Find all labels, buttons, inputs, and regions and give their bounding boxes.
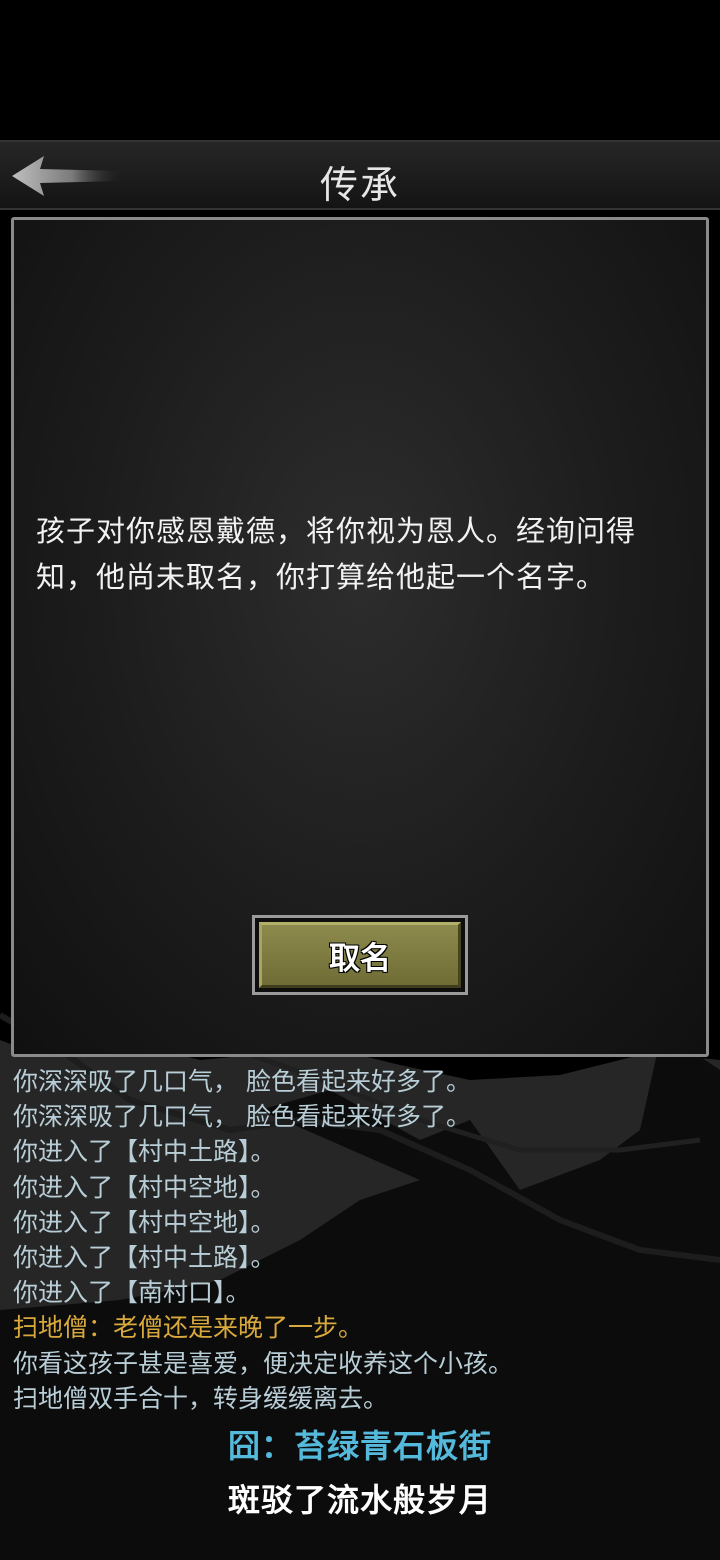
title-bar: 传承	[0, 140, 720, 210]
location-name: 囧：苔绿青石板街	[227, 1427, 492, 1465]
log-line: 你进入了【村中空地】。	[13, 1207, 276, 1237]
story-message: 孩子对你感恩戴德，将你视为恩人。经询问得知，他尚未取名，你打算给他起一个名字。	[36, 514, 637, 594]
log-line: 你进入了【村中空地】。	[13, 1172, 276, 1202]
log-line-speech: 扫地僧：老僧还是来晚了一步。	[13, 1313, 364, 1343]
name-button-label: 取名	[259, 922, 461, 988]
dialog-panel: 孩子对你感恩戴德，将你视为恩人。经询问得知，他尚未取名，你打算给他起一个名字。 …	[11, 217, 709, 1057]
log-line: 你进入了【南村口】。	[13, 1278, 251, 1308]
message-log: 你深深吸了几口气， 脸色看起来好多了。 你深深吸了几口气， 脸色看起来好多了。 …	[13, 1064, 713, 1416]
page-title: 传承	[319, 163, 400, 207]
log-line: 你看这孩子甚是喜爱，便决定收养这个小孩。	[13, 1348, 514, 1378]
log-line: 扫地僧双手合十，转身缓缓离去。	[13, 1383, 389, 1413]
location-subtitle: 斑驳了流水般岁月	[227, 1481, 492, 1519]
log-line: 你深深吸了几口气， 脸色看起来好多了。	[13, 1102, 471, 1132]
log-line: 你进入了【村中土路】。	[13, 1242, 276, 1272]
name-button[interactable]: 取名	[252, 915, 468, 995]
log-line: 你深深吸了几口气， 脸色看起来好多了。	[13, 1067, 471, 1096]
game-screen: 传承 孩子对你感恩戴德，将你视为恩人。经询问得知，他尚未取名，你打算给他起一个名…	[0, 0, 720, 1560]
log-line: 你进入了【村中土路】。	[13, 1137, 276, 1167]
